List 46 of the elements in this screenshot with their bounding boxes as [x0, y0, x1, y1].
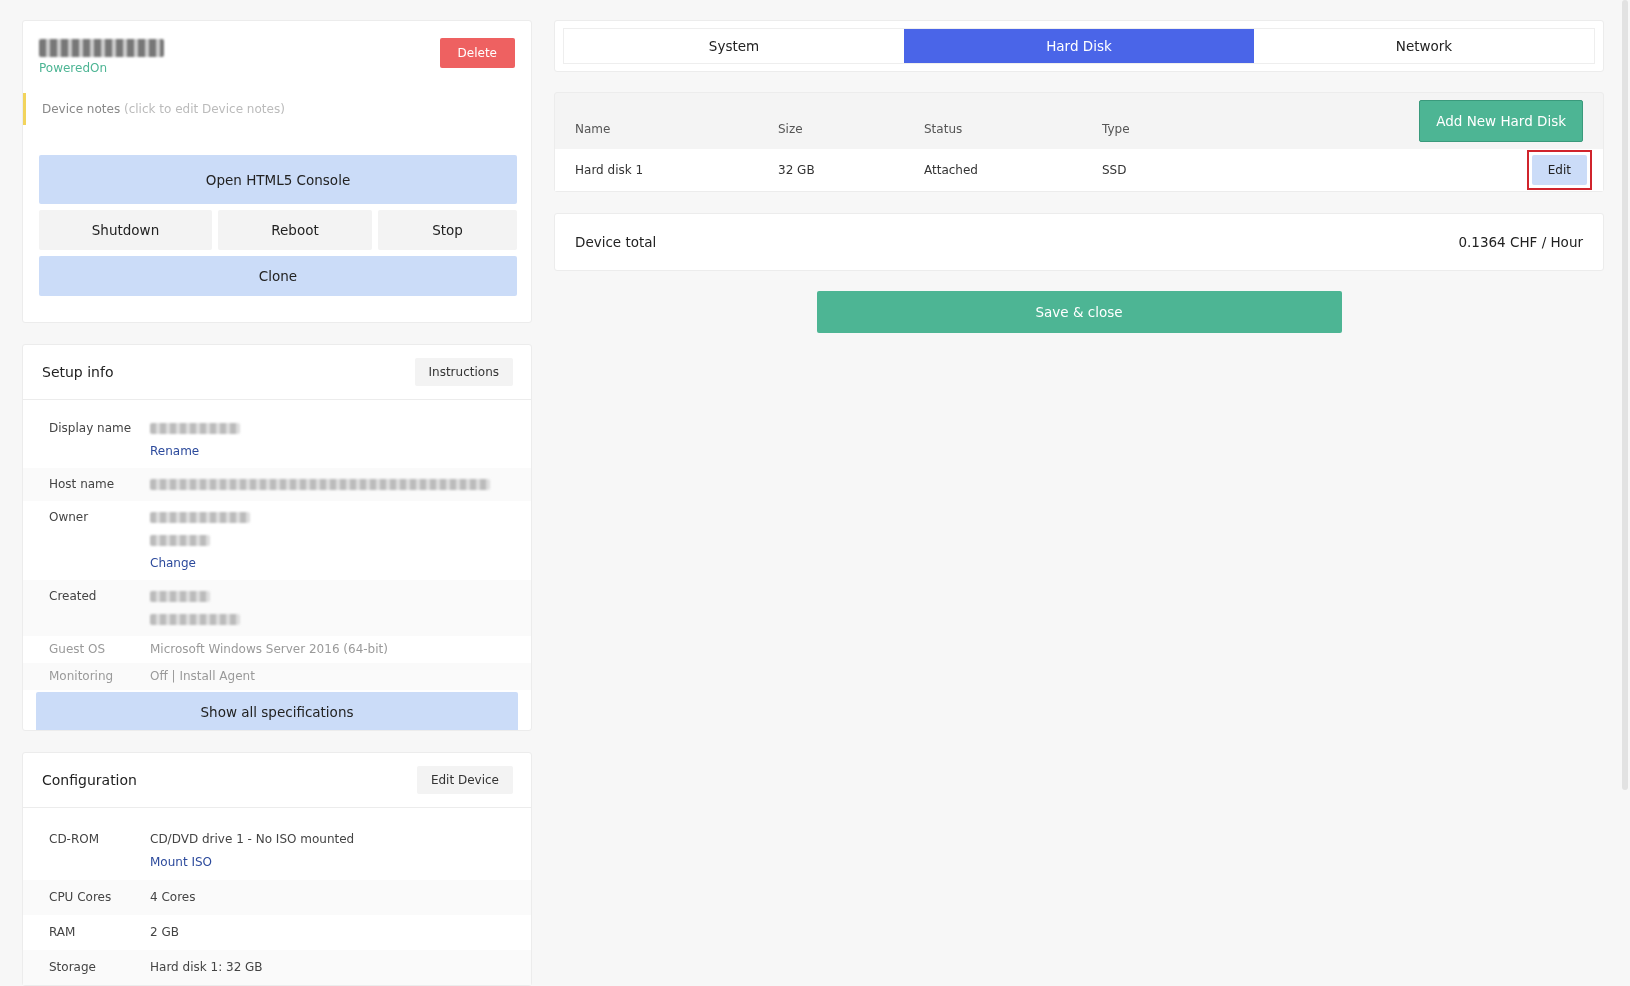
row-label: Owner [49, 509, 90, 526]
row-value: Microsoft Windows Server 2016 (64-bit) [150, 641, 388, 658]
row-label: CPU Cores [49, 889, 113, 906]
table-cell-text: Attached [924, 163, 979, 177]
tab[interactable]: Hard Disk [904, 29, 1254, 63]
table-cell-text: 32 GB [778, 163, 816, 177]
redacted-text [150, 535, 210, 546]
card-title: Configuration [42, 772, 137, 788]
instructions-button[interactable]: Instructions [414, 358, 513, 386]
column-header: Status [924, 121, 964, 136]
row-link[interactable]: Rename [150, 442, 200, 461]
row-label: Guest OS [49, 641, 107, 658]
column-header: Type [1102, 121, 1130, 136]
table-cell-text: Hard disk 1 [575, 163, 645, 177]
row-value: CD/DVD drive 1 - No ISO mounted [150, 831, 355, 848]
action-button[interactable]: Reboot [218, 210, 372, 250]
show-all-button[interactable]: Show all specifications [36, 692, 518, 730]
row-label: Created [49, 588, 98, 605]
power-status: PoweredOn [39, 61, 109, 75]
row-label: Monitoring [49, 668, 115, 685]
device-notes[interactable]: Device notes (click to edit Device notes) [42, 102, 285, 116]
total-value: 0.1364 CHF / Hour [1458, 234, 1583, 250]
row-value: Off | Install Agent [150, 668, 255, 685]
row-value: 4 Cores [150, 889, 196, 906]
action-button[interactable]: Stop [378, 210, 517, 250]
edit-device-button[interactable]: Edit Device [416, 766, 513, 794]
edit-button[interactable]: Edit [1531, 155, 1587, 185]
row-link[interactable]: Change [150, 554, 196, 573]
row-label: Storage [49, 959, 97, 976]
column-header: Name [575, 121, 612, 136]
row-link[interactable]: Mount ISO [150, 853, 213, 872]
notes-accent [23, 93, 26, 125]
row-label: Display name [49, 420, 133, 437]
row-value: Hard disk 1: 32 GB [150, 959, 263, 976]
column-header: Size [778, 121, 804, 136]
card-title: Setup info [42, 364, 114, 380]
action-button[interactable]: Clone [39, 256, 517, 296]
row-label: RAM [49, 924, 77, 941]
action-button[interactable]: Shutdown [39, 210, 212, 250]
row-value: 2 GB [150, 924, 179, 941]
redacted-text [150, 591, 210, 602]
total-label: Device total [575, 234, 657, 250]
action-button[interactable]: Open HTML5 Console [39, 155, 517, 204]
table-cell: SSD [1102, 163, 1127, 177]
row-label: Host name [49, 476, 116, 493]
row-label: CD-ROM [49, 831, 101, 848]
